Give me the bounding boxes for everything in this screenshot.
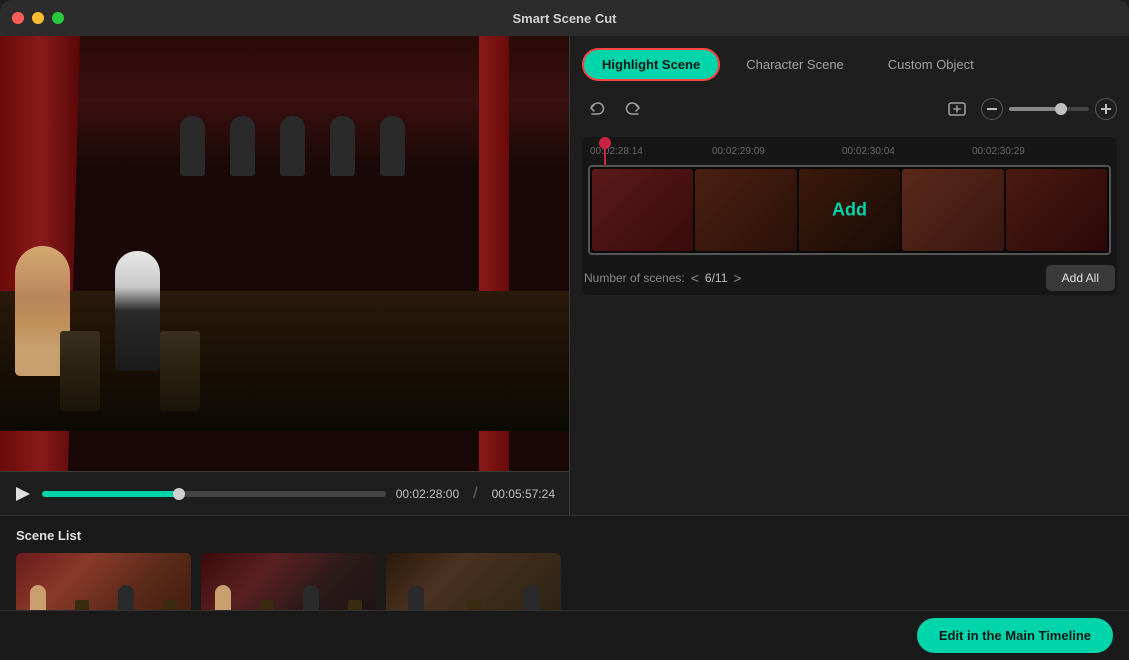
time-separator: / — [473, 485, 477, 503]
undo-button[interactable] — [582, 95, 610, 123]
total-time: 00:05:57:24 — [492, 487, 555, 501]
scene-list-title: Scene List — [16, 528, 1113, 543]
timestamp-2: 00:02:29:09 — [712, 146, 765, 157]
band-person-3 — [280, 116, 305, 176]
tab-character-scene[interactable]: Character Scene — [728, 50, 862, 79]
redo-icon — [625, 100, 643, 118]
video-frame — [0, 36, 569, 471]
play-button[interactable] — [14, 485, 32, 503]
add-all-button[interactable]: Add All — [1046, 265, 1115, 291]
add-media-icon — [947, 99, 967, 119]
zoom-slider-fill — [1009, 107, 1061, 111]
timestamp-1: 00:02:28:14 — [590, 146, 643, 157]
frame-scene-4 — [902, 169, 1003, 251]
scene-prev-button[interactable]: < — [691, 270, 699, 286]
video-controls: 00:02:28:00 / 00:05:57:24 — [0, 471, 569, 515]
band-person-4 — [330, 116, 355, 176]
frame-4 — [902, 169, 1003, 251]
window-controls — [12, 12, 64, 24]
scene-count-row: Number of scenes: < 6/11 > Add All — [582, 261, 1117, 295]
timeline-timestamps: 00:02:28:14 00:02:29:09 00:02:30:04 00:0… — [582, 137, 1117, 165]
timestamp-3: 00:02:30:04 — [842, 146, 895, 157]
main-layout: 00:02:28:00 / 00:05:57:24 Highlight Scen… — [0, 36, 1129, 660]
band-area — [180, 116, 405, 176]
scene-nav: < 6/11 > — [691, 270, 742, 286]
progress-bar[interactable] — [42, 491, 386, 497]
add-label: Add — [832, 200, 867, 220]
video-panel: 00:02:28:00 / 00:05:57:24 — [0, 36, 570, 515]
band-person-1 — [180, 116, 205, 176]
zoom-out-button[interactable] — [981, 98, 1003, 120]
zoom-slider-thumb[interactable] — [1055, 103, 1067, 115]
app-title: Smart Scene Cut — [512, 11, 616, 26]
redo-button[interactable] — [620, 95, 648, 123]
timeline-strip[interactable]: Add — [588, 165, 1111, 255]
maximize-button[interactable] — [52, 12, 64, 24]
timeline-area: 00:02:28:14 00:02:29:09 00:02:30:04 00:0… — [582, 137, 1117, 295]
right-panel: Highlight Scene Character Scene Custom O… — [570, 36, 1129, 515]
timestamp-4: 00:02:30:29 — [972, 146, 1025, 157]
minimize-button[interactable] — [32, 12, 44, 24]
timeline-toolbar — [582, 91, 1117, 127]
scene-number: 6/11 — [705, 271, 727, 285]
playhead — [604, 137, 606, 165]
podium-center — [160, 331, 200, 411]
video-display — [0, 36, 569, 471]
tab-custom-object[interactable]: Custom Object — [870, 50, 992, 79]
undo-icon — [587, 100, 605, 118]
frame-2 — [695, 169, 796, 251]
play-icon — [16, 487, 30, 501]
frame-scene-1 — [592, 169, 693, 251]
frame-5 — [1006, 169, 1107, 251]
scene-next-button[interactable]: > — [733, 270, 741, 286]
frame-3: Add — [799, 169, 900, 251]
zoom-slider[interactable] — [1009, 107, 1089, 111]
zoom-in-button[interactable] — [1095, 98, 1117, 120]
current-time: 00:02:28:00 — [396, 487, 459, 501]
tab-highlight-scene[interactable]: Highlight Scene — [582, 48, 720, 81]
title-bar: Smart Scene Cut — [0, 0, 1129, 36]
frame-scene-5 — [1006, 169, 1107, 251]
band-person-2 — [230, 116, 255, 176]
add-overlay: Add — [832, 200, 867, 221]
add-media-button[interactable] — [943, 95, 971, 123]
zoom-in-icon — [1101, 104, 1111, 114]
bottom-bar: Edit in the Main Timeline — [0, 610, 1129, 660]
zoom-controls — [981, 98, 1117, 120]
progress-thumb[interactable] — [173, 488, 185, 500]
timeline-frames: Add — [590, 167, 1109, 253]
band-person-5 — [380, 116, 405, 176]
top-section: 00:02:28:00 / 00:05:57:24 Highlight Scen… — [0, 36, 1129, 515]
progress-fill — [42, 491, 179, 497]
playhead-line — [604, 147, 606, 165]
person-center — [115, 251, 160, 371]
frame-1 — [592, 169, 693, 251]
frame-scene-2 — [695, 169, 796, 251]
zoom-out-icon — [987, 108, 997, 110]
tabs-row: Highlight Scene Character Scene Custom O… — [582, 48, 1117, 81]
scene-count-label: Number of scenes: — [584, 271, 685, 285]
close-button[interactable] — [12, 12, 24, 24]
podium-left — [60, 331, 100, 411]
edit-timeline-button[interactable]: Edit in the Main Timeline — [917, 618, 1113, 653]
